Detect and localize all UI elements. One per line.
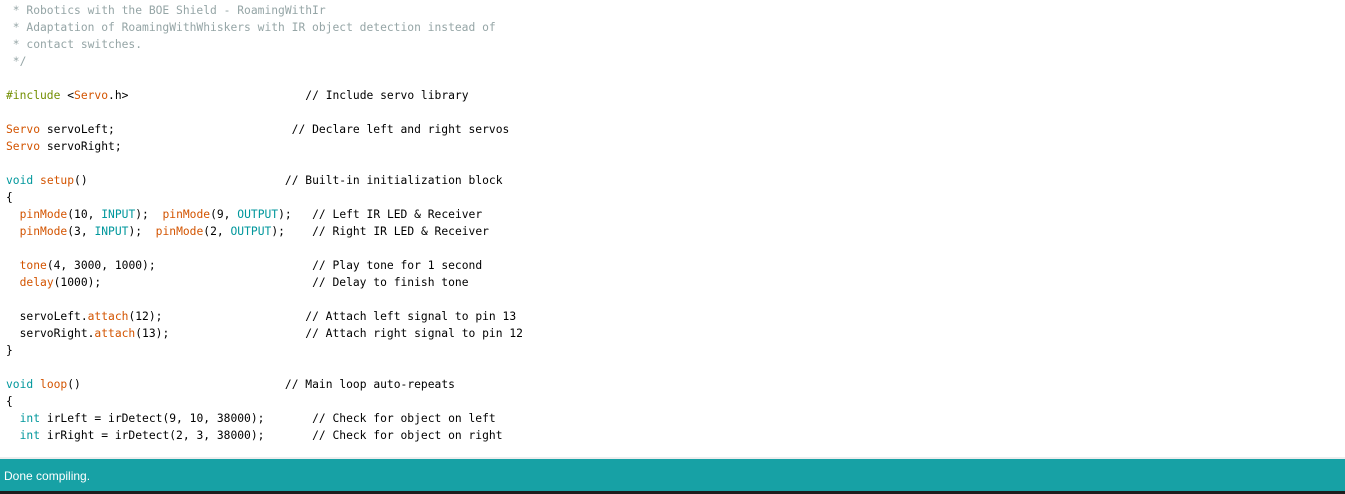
comment-token: * contact switches.	[6, 38, 143, 51]
code-line[interactable]: int irRight = irDetect(2, 3, 38000); // …	[6, 427, 503, 444]
type-token: INPUT	[101, 208, 136, 221]
code-token: ()	[67, 378, 285, 391]
code-line[interactable]: int irLeft = irDetect(9, 10, 38000); // …	[6, 410, 496, 427]
code-token: ()	[74, 174, 285, 187]
code-line[interactable]: */	[6, 53, 27, 70]
code-token: {	[6, 395, 13, 408]
keyword-token: attach	[94, 327, 136, 340]
code-token: // Right IR LED & Receiver	[312, 225, 489, 238]
code-line[interactable]: pinMode(10, INPUT); pinMode(9, OUTPUT); …	[6, 206, 483, 223]
code-token: (3,	[67, 225, 95, 238]
code-token: irLeft = irDetect(9, 10, 38000);	[40, 412, 313, 425]
code-token: // Check for object on right	[312, 429, 503, 442]
keyword-token: pinMode	[19, 208, 68, 221]
keyword-token: Servo	[6, 123, 41, 136]
code-token: );	[278, 208, 313, 221]
code-token: (10,	[67, 208, 102, 221]
code-token: servoRight;	[40, 140, 122, 153]
status-message: Done compiling.	[4, 469, 91, 483]
code-token: // Main loop auto-repeats	[284, 378, 455, 391]
code-token: );	[271, 225, 313, 238]
keyword-token: Servo	[6, 140, 41, 153]
code-token: );	[128, 225, 156, 238]
preprocessor-token: #include	[6, 89, 68, 102]
keyword-token: Servo	[74, 89, 109, 102]
code-token: // Attach right signal to pin 12	[305, 327, 523, 340]
code-line[interactable]: * contact switches.	[6, 36, 142, 53]
keyword-token: attach	[87, 310, 129, 323]
code-token: servoLeft;	[40, 123, 292, 136]
code-line[interactable]: servoRight.attach(13); // Attach right s…	[6, 325, 523, 342]
code-line[interactable]: {	[6, 189, 13, 206]
code-token: .h>	[108, 89, 129, 102]
code-line[interactable]: }	[6, 342, 13, 359]
code-token: {	[6, 191, 13, 204]
code-token: (2,	[203, 225, 231, 238]
code-token: (12);	[128, 310, 306, 323]
code-line[interactable]: tone(4, 3000, 1000); // Play tone for 1 …	[6, 257, 483, 274]
keyword-token: setup	[40, 174, 75, 187]
code-line[interactable]: Servo servoRight;	[6, 138, 122, 155]
code-token: // Check for object on left	[312, 412, 496, 425]
keyword-token: delay	[19, 276, 54, 289]
code-token: );	[135, 208, 163, 221]
type-token: void	[6, 174, 34, 187]
code-token: // Left IR LED & Receiver	[312, 208, 483, 221]
code-token: <	[67, 89, 75, 102]
code-token: (9,	[210, 208, 238, 221]
comment-token: * Robotics with the BOE Shield - Roaming…	[6, 4, 326, 17]
type-token: void	[6, 378, 34, 391]
code-line[interactable]: #include <Servo.h> // Include servo libr…	[6, 87, 469, 104]
comment-token: */	[6, 55, 27, 68]
code-token: irRight = irDetect(2, 3, 38000);	[40, 429, 313, 442]
type-token: INPUT	[94, 225, 129, 238]
type-token: OUTPUT	[237, 208, 279, 221]
code-token: (4, 3000, 1000);	[46, 259, 313, 272]
code-token: // Play tone for 1 second	[312, 259, 483, 272]
keyword-token: tone	[19, 259, 47, 272]
comment-token: * Adaptation of RoamingWithWhiskers with…	[6, 21, 496, 34]
code-line[interactable]: * Adaptation of RoamingWithWhiskers with…	[6, 19, 496, 36]
code-token: (1000);	[53, 276, 313, 289]
type-token: int	[19, 429, 41, 442]
code-line[interactable]: * Robotics with the BOE Shield - Roaming…	[6, 2, 326, 19]
keyword-token: pinMode	[162, 208, 211, 221]
code-line[interactable]: void loop() // Main loop auto-repeats	[6, 376, 455, 393]
code-token: (13);	[135, 327, 306, 340]
type-token: int	[19, 412, 41, 425]
code-token: servoRight.	[6, 327, 95, 340]
keyword-token: pinMode	[19, 225, 68, 238]
type-token: OUTPUT	[230, 225, 272, 238]
code-editor[interactable]: * Robotics with the BOE Shield - Roaming…	[0, 0, 1345, 457]
code-line[interactable]: void setup() // Built-in initialization …	[6, 172, 503, 189]
code-token: // Include servo library	[305, 89, 469, 102]
keyword-token: pinMode	[155, 225, 204, 238]
code-token: }	[6, 344, 13, 357]
code-line[interactable]: {	[6, 393, 13, 410]
code-token: // Delay to finish tone	[312, 276, 469, 289]
code-token: // Declare left and right servos	[291, 123, 510, 136]
code-token: servoLeft.	[6, 310, 88, 323]
status-bar: Done compiling.	[0, 459, 1345, 491]
keyword-token: loop	[40, 378, 68, 391]
code-line[interactable]: delay(1000); // Delay to finish tone	[6, 274, 469, 291]
code-line[interactable]: servoLeft.attach(12); // Attach left sig…	[6, 308, 517, 325]
code-line[interactable]: Servo servoLeft; // Declare left and rig…	[6, 121, 509, 138]
code-token: // Attach left signal to pin 13	[305, 310, 517, 323]
code-line[interactable]: pinMode(3, INPUT); pinMode(2, OUTPUT); /…	[6, 223, 489, 240]
code-token: // Built-in initialization block	[284, 174, 503, 187]
